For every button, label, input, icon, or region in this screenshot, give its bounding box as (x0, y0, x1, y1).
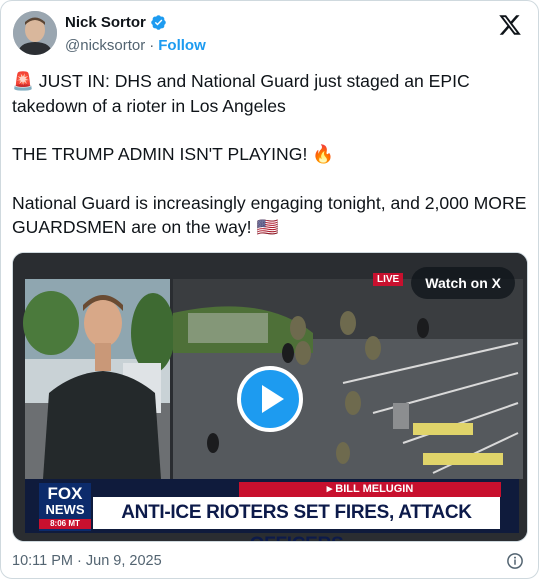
info-icon[interactable] (506, 552, 524, 570)
play-icon[interactable] (237, 366, 303, 432)
avatar[interactable] (13, 11, 57, 55)
author-handle[interactable]: @nicksortor (65, 37, 145, 54)
chyron-reporter: ▸ BILL MELUGIN (239, 482, 501, 497)
fox-news-logo: FOX NEWS 8:06 MT (39, 483, 91, 531)
tweet-paragraph-3: National Guard is increasingly engaging … (12, 192, 527, 238)
tweet-text: 🚨 JUST IN: DHS and National Guard just s… (12, 69, 527, 240)
author-display-name[interactable]: Nick Sortor (65, 14, 146, 31)
tweet-paragraph-1: 🚨 JUST IN: DHS and National Guard just s… (12, 71, 470, 116)
network-time: 8:06 MT (39, 519, 91, 529)
chyron-headline: ANTI-ICE RIOTERS SET FIRES, ATTACK OFFIC… (93, 497, 500, 541)
separator-dot: · (149, 37, 155, 54)
author-handle-row: @nicksortor · Follow (65, 37, 206, 54)
tweet-paragraph-2: THE TRUMP ADMIN ISN'T PLAYING! 🔥 (12, 144, 335, 164)
follow-button[interactable]: Follow (158, 37, 206, 54)
network-line1: FOX (47, 484, 83, 503)
video-player[interactable]: LIVE Watch on X FOX NEWS 8:06 MT ▸ BILL … (12, 252, 528, 542)
x-logo-icon[interactable] (498, 13, 522, 37)
author-name-row: Nick Sortor (65, 14, 167, 31)
live-badge: LIVE (373, 273, 404, 286)
watch-on-x-button[interactable]: Watch on X (411, 267, 515, 299)
verified-badge-icon (150, 14, 167, 31)
network-line2: NEWS (45, 502, 85, 517)
tweet-card: Nick Sortor @nicksortor · Follow 🚨 JUST … (0, 0, 539, 579)
tweet-timestamp[interactable]: 10:11 PM · Jun 9, 2025 (12, 553, 162, 569)
